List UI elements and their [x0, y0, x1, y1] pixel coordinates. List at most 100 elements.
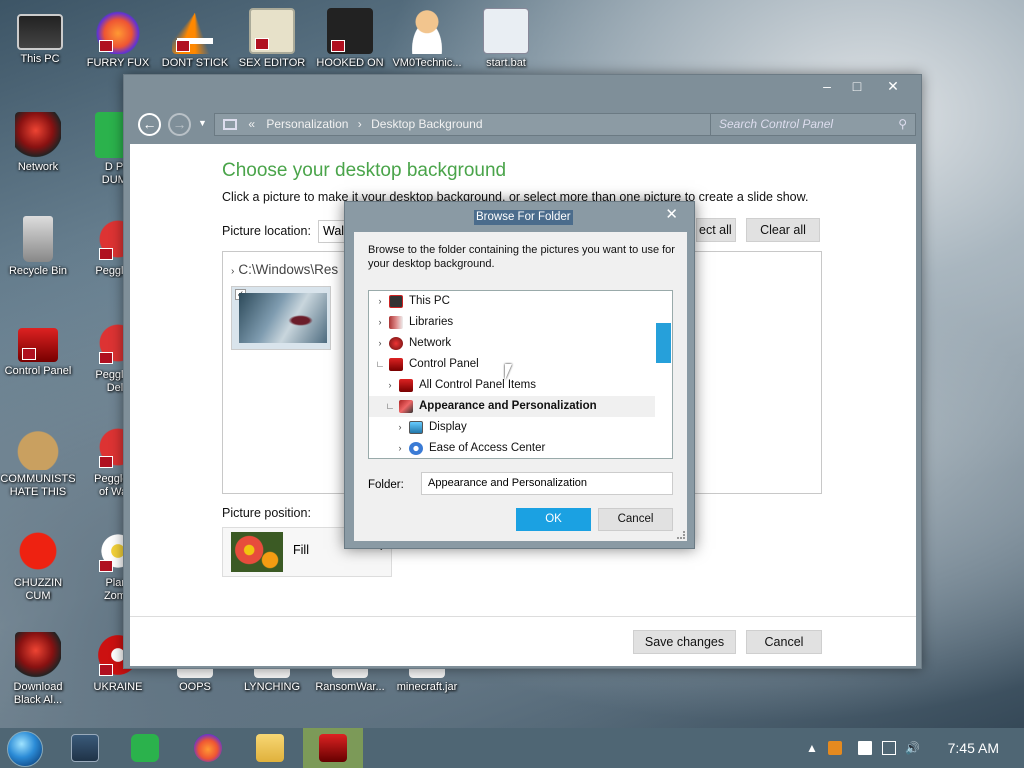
tree-item-label: Appearance and Personalization — [419, 400, 597, 412]
desktop-icon-label: HOOKED ON — [316, 57, 384, 69]
download-icon — [15, 632, 61, 678]
folder-tree[interactable]: › This PC › Libraries › Network ∟ Contro… — [368, 290, 673, 459]
scrollbar-thumb[interactable] — [656, 323, 671, 363]
tree-item-ease-of-access-center[interactable]: › Ease of Access Center — [369, 438, 655, 458]
scrollbar[interactable] — [655, 291, 672, 458]
expand-arrow-icon[interactable]: › — [375, 291, 385, 312]
taskbar-file-explorer[interactable] — [240, 728, 300, 768]
tree-item-label: Ease of Access Center — [429, 442, 546, 454]
search-input[interactable]: Search Control Panel ⚲ — [710, 113, 916, 136]
desktop-icon-label: CHUZZIN CUM — [13, 577, 63, 602]
firefox-icon — [95, 8, 141, 54]
search-icon: ⚲ — [898, 117, 907, 131]
collapse-arrow-icon[interactable]: ∟ — [375, 354, 385, 375]
monitor-icon — [17, 14, 63, 50]
maximize-button[interactable]: □ — [840, 75, 874, 99]
desktop-icon-label: UKRAINE — [93, 681, 143, 693]
browse-for-folder-dialog: Browse For Folder ✕ Browse to the folder… — [344, 201, 695, 549]
desktop-icon-dont-stick[interactable]: DONT STICK — [157, 8, 233, 70]
resize-grip-icon[interactable] — [677, 531, 685, 539]
wallpaper-thumbnail[interactable]: ✓ — [231, 286, 331, 350]
tree-item-all-control-panel-items[interactable]: › All Control Panel Items — [369, 375, 655, 396]
recycle-bin-icon — [23, 216, 53, 262]
cancel-button[interactable]: Cancel — [746, 630, 822, 654]
folder-label: Folder: — [368, 479, 404, 491]
desktop-icon-label: This PC — [20, 53, 60, 65]
expand-arrow-icon[interactable]: › — [385, 375, 395, 396]
desktop-icon-furry-fux[interactable]: FURRY FUX — [80, 8, 156, 70]
start-button[interactable] — [7, 731, 43, 767]
tree-item-label: Control Panel — [409, 358, 479, 370]
picture-position-label: Picture position: — [222, 506, 311, 520]
select-all-button[interactable]: ect all — [696, 218, 736, 242]
save-changes-button[interactable]: Save changes — [633, 630, 736, 654]
taskbar-task-view[interactable] — [55, 728, 115, 768]
desktop-icon-network[interactable]: Network — [0, 112, 76, 174]
tree-item-control-panel[interactable]: ∟ Control Panel — [369, 354, 655, 375]
network-icon — [15, 112, 61, 158]
close-icon[interactable]: ✕ — [665, 205, 678, 223]
breadcrumb-desktop-background[interactable]: Desktop Background — [371, 117, 482, 131]
desktop-icon-sex-editor[interactable]: SEX EDITOR — [234, 8, 310, 70]
desktop-icon-chuzzin[interactable]: CHUZZIN CUM — [0, 528, 76, 603]
desktop-icon-recycle-bin[interactable]: Recycle Bin — [0, 216, 76, 278]
breadcrumb-personalization[interactable]: Personalization — [266, 117, 348, 131]
desktop-icon-this-pc[interactable]: This PC — [2, 8, 78, 66]
clear-all-button[interactable]: Clear all — [746, 218, 820, 242]
ease-of-access-icon — [409, 442, 423, 455]
tray-app-icon[interactable] — [828, 741, 842, 755]
money-bag-icon — [15, 424, 61, 470]
tree-item-network[interactable]: › Network — [369, 333, 655, 354]
desktop-icon-download[interactable]: Download Black Al... — [0, 632, 76, 707]
dialog-cancel-button[interactable]: Cancel — [598, 508, 673, 531]
minimize-button[interactable]: – — [810, 75, 844, 99]
search-placeholder: Search Control Panel — [719, 117, 834, 131]
expand-arrow-icon[interactable]: › — [395, 417, 405, 438]
tree-item-this-pc[interactable]: › This PC — [369, 291, 655, 312]
dialog-description: Browse to the folder containing the pict… — [368, 244, 675, 270]
gear-icon — [483, 8, 529, 54]
desktop-icon-label: minecraft.jar — [396, 681, 458, 693]
desktop-icon-communists[interactable]: COMMUNISTS HATE THIS G... — [0, 424, 76, 499]
taskbar-firefox[interactable] — [178, 728, 238, 768]
hxd-icon — [249, 8, 295, 54]
desktop-icon-label: Control Panel — [4, 365, 72, 377]
show-hidden-icons-icon[interactable]: ▲ — [805, 741, 819, 755]
network-icon — [389, 337, 403, 350]
network-status-icon[interactable] — [882, 741, 896, 755]
tree-item-label: Network — [409, 337, 452, 349]
picture-folder-path[interactable]: › C:\Windows\Res — [231, 262, 341, 277]
tray-flag-icon[interactable] — [858, 741, 872, 755]
recent-pages-dropdown[interactable]: ▼ — [198, 118, 207, 128]
clock[interactable]: 7:45 AM — [948, 740, 999, 756]
taskbar-green-app[interactable] — [115, 728, 175, 768]
expand-arrow-icon[interactable]: › — [375, 333, 385, 354]
monitor-icon — [389, 295, 403, 308]
close-button[interactable]: ✕ — [876, 75, 910, 99]
tree-item-label: All Control Panel Items — [419, 379, 536, 391]
desktop-icon-label: COMMUNISTS HATE THIS G... — [0, 473, 76, 498]
desktop-icon-label: Download Black Al... — [13, 681, 63, 706]
desktop-icon-start-bat[interactable]: start.bat — [468, 8, 544, 70]
tree-item-display[interactable]: › Display — [369, 417, 655, 438]
expand-arrow-icon[interactable]: › — [395, 438, 405, 458]
forward-button[interactable]: → — [168, 113, 191, 136]
tree-item-appearance-and-personalization[interactable]: ∟ Appearance and Personalization — [369, 396, 655, 417]
collapse-arrow-icon[interactable]: ∟ — [385, 396, 395, 417]
desktop-icon-vm0technic[interactable]: VM0Technic... — [389, 8, 465, 70]
tree-item-libraries[interactable]: › Libraries — [369, 312, 655, 333]
dialog-body: Browse to the folder containing the pict… — [354, 232, 687, 541]
desktop-icon-label: FURRY FUX — [86, 57, 150, 69]
desktop-icon-hooked-on[interactable]: HOOKED ON — [312, 8, 388, 70]
control-panel-icon — [399, 379, 413, 392]
control-panel-icon — [319, 734, 347, 762]
volume-icon[interactable]: 🔊 — [905, 741, 920, 755]
doctor-icon — [404, 8, 450, 54]
desktop-icon-control-panel[interactable]: Control Panel — [0, 320, 76, 378]
expand-arrow-icon[interactable]: › — [375, 312, 385, 333]
taskbar-control-panel[interactable] — [303, 728, 363, 768]
address-bar-monitor-icon — [223, 119, 237, 131]
ok-button[interactable]: OK — [516, 508, 591, 531]
folder-field[interactable]: Appearance and Personalization — [421, 472, 673, 495]
back-button[interactable]: ← — [138, 113, 161, 136]
